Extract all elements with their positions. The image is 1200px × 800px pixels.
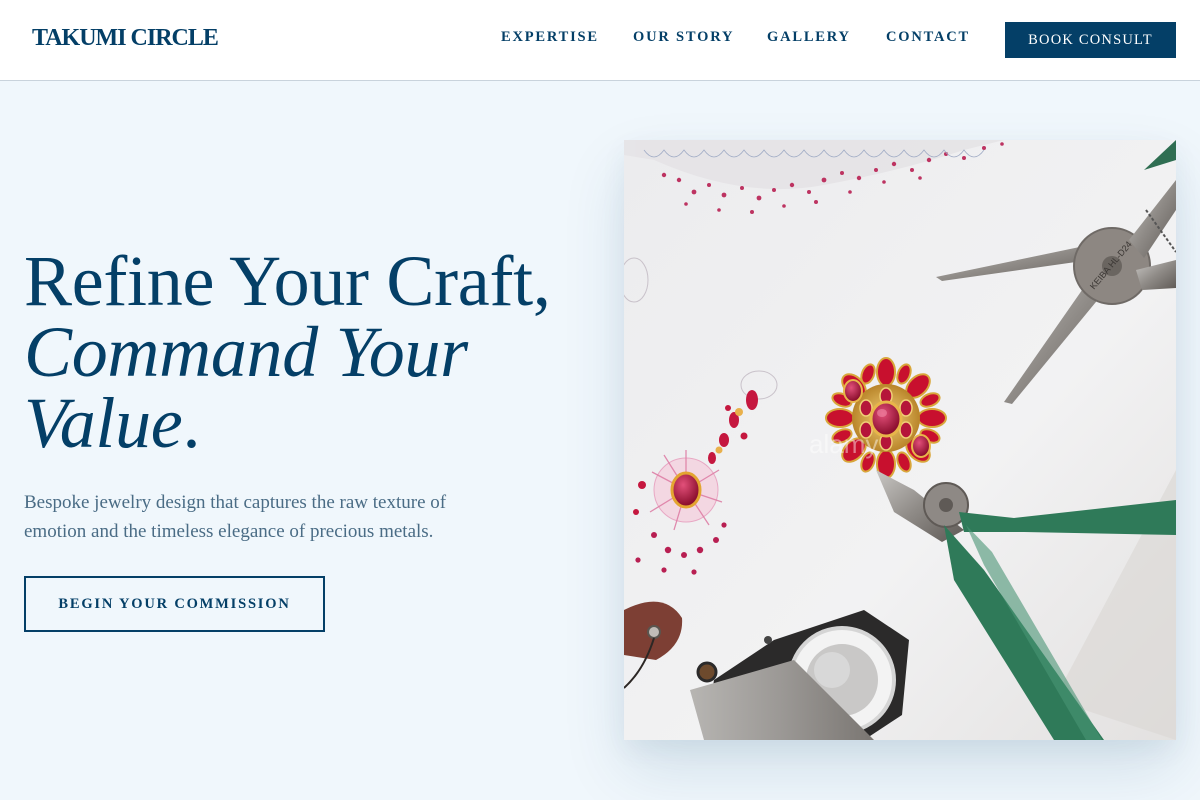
ruby-brooch bbox=[825, 357, 947, 479]
nav-link-contact[interactable]: CONTACT bbox=[886, 29, 970, 46]
begin-commission-button[interactable]: BEGIN YOUR COMMISSION bbox=[24, 576, 325, 632]
headline-line-2: Command Your bbox=[24, 312, 468, 392]
headline-line-3: Value. bbox=[24, 387, 551, 459]
hero-headline: Refine Your Craft, Command Your Value. bbox=[24, 241, 551, 459]
hero-subtitle: Bespoke jewelry design that captures the… bbox=[24, 492, 447, 542]
book-consult-button[interactable]: BOOK CONSULT bbox=[1005, 22, 1176, 58]
headline-line-1: Refine Your Craft, bbox=[24, 241, 551, 321]
nav-link-our-story[interactable]: OUR STORY bbox=[633, 29, 734, 46]
nav-link-gallery[interactable]: GALLERY bbox=[767, 29, 851, 46]
hero-jewelry-image: alamy KEIBA HL-D24 bbox=[624, 140, 1176, 740]
brand-logo[interactable]: TAKUMI CIRCLE bbox=[32, 25, 219, 52]
top-navbar: TAKUMI CIRCLE EXPERTISE OUR STORY GALLER… bbox=[0, 0, 1200, 81]
headline-value-word: Value bbox=[24, 383, 183, 463]
headline-period: . bbox=[182, 383, 201, 463]
nav-link-expertise[interactable]: EXPERTISE bbox=[501, 29, 599, 46]
image-watermark: alamy bbox=[809, 429, 878, 459]
